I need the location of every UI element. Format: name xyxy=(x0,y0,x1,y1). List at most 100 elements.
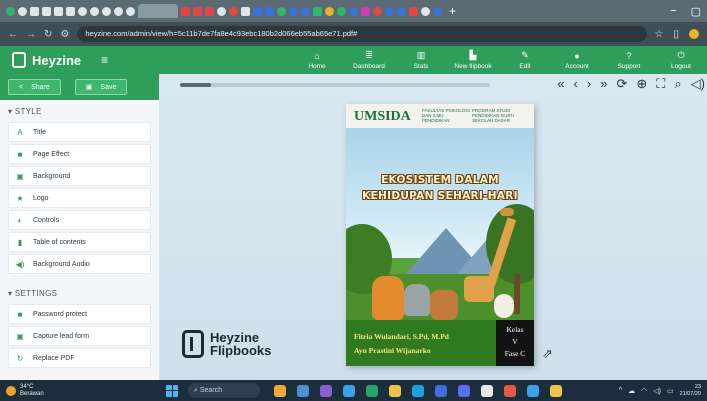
volume-icon[interactable]: ◁) xyxy=(653,387,661,395)
tab-favicon[interactable] xyxy=(241,6,250,16)
tab-favicon[interactable] xyxy=(433,6,442,16)
nav-support[interactable]: ? Support xyxy=(603,46,655,74)
first-page-icon[interactable]: « xyxy=(557,76,564,92)
tab-favicon[interactable] xyxy=(90,6,99,16)
tab-favicon[interactable] xyxy=(253,6,262,16)
tab-favicon[interactable] xyxy=(126,6,135,16)
taskbar-app-icon[interactable] xyxy=(412,384,424,397)
start-button-icon[interactable] xyxy=(166,384,178,397)
battery-icon[interactable]: ▭ xyxy=(667,387,674,395)
sound-icon[interactable]: ◁) xyxy=(691,76,705,92)
nav-logout[interactable]: ⏻ Logout xyxy=(655,46,707,74)
tab-favicon[interactable] xyxy=(349,6,358,16)
sidebar-item-background-audio[interactable]: ◀) Background Audio xyxy=(8,254,151,274)
tab-favicon[interactable] xyxy=(229,6,238,16)
tab-favicon[interactable] xyxy=(421,6,430,16)
taskbar-app-icon[interactable] xyxy=(366,384,378,397)
zoom-in-icon[interactable]: ⊕ xyxy=(636,76,647,92)
taskbar-app-icon[interactable] xyxy=(550,384,562,397)
extension-icon[interactable] xyxy=(689,28,699,39)
tab-favicon[interactable] xyxy=(66,6,75,16)
tab-favicon[interactable] xyxy=(78,6,87,16)
tab-favicon[interactable] xyxy=(102,6,111,16)
tab-favicon[interactable] xyxy=(337,6,346,16)
page-progress-bar[interactable] xyxy=(180,83,490,87)
chrome-icon[interactable] xyxy=(504,384,516,397)
search-icon[interactable]: ⌕ xyxy=(674,76,681,92)
tab-favicon[interactable] xyxy=(205,6,214,16)
maximize-button[interactable]: ▢ xyxy=(691,5,701,18)
tab-favicon[interactable] xyxy=(114,6,123,16)
sidebar-item-replace-pdf[interactable]: ↻ Replace PDF xyxy=(8,348,151,368)
tab-favicon[interactable] xyxy=(18,6,27,16)
tab-favicon[interactable] xyxy=(181,6,190,16)
tab-favicon[interactable] xyxy=(409,6,418,16)
style-section-header[interactable]: ▾ STYLE xyxy=(0,100,159,122)
tab-favicon[interactable] xyxy=(217,6,226,16)
nav-stats[interactable]: ▥ Stats xyxy=(395,46,447,74)
next-page-icon[interactable]: › xyxy=(587,76,591,92)
taskbar-app-icon[interactable] xyxy=(320,384,332,397)
sidebar-item-background[interactable]: ▣ Background xyxy=(8,166,151,186)
taskbar-app-icon[interactable] xyxy=(343,384,355,397)
reload-icon[interactable]: ↻ xyxy=(44,29,52,40)
sidebar-item-capture-lead-form[interactable]: ▣ Capture lead form xyxy=(8,326,151,346)
hamburger-menu-icon[interactable]: ≡ xyxy=(101,53,108,67)
nav-account[interactable]: ● Account xyxy=(551,46,603,74)
settings-section-header[interactable]: ▾ SETTINGS xyxy=(0,282,159,304)
tab-active[interactable] xyxy=(138,4,178,18)
taskbar-app-icon[interactable] xyxy=(435,384,447,397)
cloud-icon[interactable]: ☁ xyxy=(628,387,635,395)
site-info-icon[interactable]: ⚙ xyxy=(60,29,69,40)
tab-favicon[interactable] xyxy=(385,6,394,16)
taskbar-app-icon[interactable] xyxy=(297,384,309,397)
tab-favicon[interactable] xyxy=(6,6,15,16)
nav-home[interactable]: ⌂ Home xyxy=(291,46,343,74)
taskbar-app-icon[interactable] xyxy=(527,384,539,397)
tab-favicon[interactable] xyxy=(42,6,51,16)
tab-favicon[interactable] xyxy=(397,6,406,16)
tab-favicon[interactable] xyxy=(265,6,274,16)
nav-edit[interactable]: ✎ Edit xyxy=(499,46,551,74)
nav-dashboard[interactable]: ≣ Dashboard xyxy=(343,46,395,74)
wifi-icon[interactable]: ◠ xyxy=(641,387,647,395)
share-arrow-icon[interactable]: ⇗ xyxy=(542,346,553,362)
tab-favicon[interactable] xyxy=(54,6,63,16)
sidebar-item-password-protect[interactable]: ■ Password protect xyxy=(8,304,151,324)
tab-favicon[interactable] xyxy=(193,6,202,16)
taskbar-clock[interactable]: 23 21/07/20 xyxy=(680,384,701,398)
share-icon[interactable]: ⟳ xyxy=(616,76,627,92)
last-page-icon[interactable]: » xyxy=(600,76,607,92)
tab-favicon[interactable] xyxy=(361,6,370,16)
bookmark-star-icon[interactable]: ☆ xyxy=(655,29,664,40)
url-field[interactable]: heyzine.com/admin/view/h=5c11b7de7fa8e4c… xyxy=(77,26,647,42)
sidebar-item-title[interactable]: A Title xyxy=(8,122,151,142)
share-button[interactable]: < Share xyxy=(8,79,61,95)
new-tab-button[interactable]: + xyxy=(449,4,456,18)
file-explorer-icon[interactable] xyxy=(389,384,401,397)
chevron-up-icon[interactable]: ^ xyxy=(619,387,622,394)
heyzine-brand[interactable]: Heyzine ≡ xyxy=(0,52,160,68)
sidebar-item-page-effect[interactable]: ■ Page Effect xyxy=(8,144,151,164)
tab-favicon[interactable] xyxy=(277,6,286,16)
taskbar-app-icon[interactable] xyxy=(274,384,286,397)
prev-page-icon[interactable]: ‹ xyxy=(574,76,578,92)
forward-arrow-icon[interactable]: → xyxy=(26,29,36,40)
tab-favicon[interactable] xyxy=(289,6,298,16)
sidebar-item-table-of-contents[interactable]: ▮ Table of contents xyxy=(8,232,151,252)
back-arrow-icon[interactable]: ← xyxy=(8,29,18,40)
tab-favicon[interactable] xyxy=(30,6,39,16)
taskbar-app-icon[interactable] xyxy=(458,384,470,397)
sidebar-item-logo[interactable]: ★ Logo xyxy=(8,188,151,208)
sidebar-item-controls[interactable]: ◐ Controls xyxy=(8,210,151,230)
tab-favicon[interactable] xyxy=(325,6,334,16)
taskbar-app-icon[interactable] xyxy=(481,384,493,397)
sidepanel-icon[interactable]: ▯ xyxy=(673,29,679,40)
nav-new-flipbook[interactable]: ▙ New flipbook xyxy=(447,46,499,74)
minimize-button[interactable]: − xyxy=(670,5,676,18)
weather-widget[interactable]: 34°C Berawan xyxy=(6,384,126,398)
tab-favicon[interactable] xyxy=(373,6,382,16)
fullscreen-icon[interactable]: ⛶ xyxy=(656,76,665,92)
taskbar-search[interactable]: ⌕ Search xyxy=(188,383,260,398)
book-cover[interactable]: UMSIDA FAKULTAS PSIKOLOGI DAN ILMU PENDI… xyxy=(346,104,534,366)
